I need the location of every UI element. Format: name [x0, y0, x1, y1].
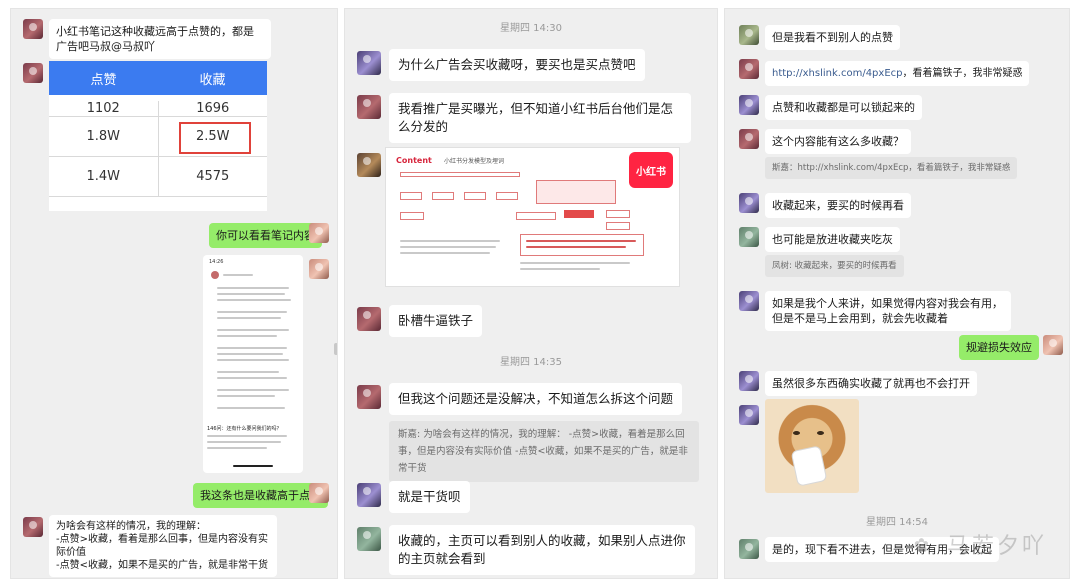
- table-cell: 1.8W: [49, 117, 159, 156]
- quoted-message[interactable]: 凤树: 收藏起来，要买的时候再看: [765, 255, 904, 277]
- avatar[interactable]: [739, 25, 759, 45]
- quoted-message[interactable]: 斯嘉：http://xhslink.com/4pxEcp，看着篇铁子，我非常疑惑: [765, 157, 1018, 179]
- phone-avatar: [211, 271, 219, 279]
- table-header: 点赞 收藏: [49, 61, 267, 95]
- avatar[interactable]: [23, 63, 43, 83]
- avatar[interactable]: [739, 291, 759, 311]
- chat-message: http://xhslink.com/4pxEcp，看着篇铁子，我非常疑惑: [765, 61, 1030, 86]
- diagram-box: [400, 172, 520, 177]
- diagram-box: [606, 210, 630, 218]
- slide-title: Content: [396, 156, 432, 165]
- avatar[interactable]: [357, 483, 381, 507]
- chat-message: 但我这个问题还是没解决，不知道怎么拆这个问题: [389, 383, 683, 415]
- table-cell: 1696: [196, 101, 230, 116]
- chat-panel-1: 小红书笔记这种收藏远高于点赞的，都是广告吧马叔@马叔吖 点赞 收藏 1102 1…: [10, 8, 338, 579]
- table-row: 1102 1696: [49, 95, 267, 117]
- avatar[interactable]: [357, 95, 381, 119]
- timestamp: 星期四 14:54: [866, 517, 928, 528]
- highlight-box: [178, 122, 251, 154]
- phone-time: 14:26: [209, 259, 224, 265]
- avatar-self[interactable]: [1043, 335, 1063, 355]
- table-row: 1.8W 2.5W: [49, 117, 267, 157]
- table-cell-highlighted: 2.5W: [159, 117, 268, 156]
- diagram-box: [564, 210, 594, 218]
- avatar[interactable]: [739, 59, 759, 79]
- diagram-box: [606, 222, 630, 230]
- phone-footer: 146问：还有什么要问我们的吗？: [207, 426, 282, 432]
- diagram-box: [536, 180, 616, 204]
- xiaohongshu-logo: 小红书: [629, 152, 673, 188]
- table-row: 1.4W 4575: [49, 157, 267, 197]
- avatar[interactable]: [357, 51, 381, 75]
- watermark: 马若夕吖: [946, 534, 1047, 559]
- diagram-box: [496, 192, 518, 200]
- avatar[interactable]: [739, 539, 759, 559]
- link[interactable]: http://xhslink.com/4pxEcp: [772, 68, 902, 79]
- chat-message: 也可能是放进收藏夹吃灰: [765, 227, 900, 252]
- column-likes: 点赞: [90, 72, 117, 88]
- chat-message: 就是干货呗: [389, 481, 470, 513]
- chat-message-self: 我这条也是收藏高于点赞: [193, 483, 328, 508]
- slide-image[interactable]: Content 小红书分发模型及埋词 小红书: [385, 147, 680, 287]
- timestamp: 星期四 14:30: [500, 23, 562, 34]
- chat-message-self: 你可以看看笔记内容: [209, 223, 322, 248]
- chat-panel-2: 星期四 14:30 为什么广告会买收藏呀，要买也是买点赞吧 我看推广是买曝光，但…: [344, 8, 718, 579]
- avatar-self[interactable]: [309, 483, 329, 503]
- avatar[interactable]: [357, 385, 381, 409]
- avatar[interactable]: [739, 129, 759, 149]
- table-image[interactable]: 点赞 收藏 1102 1696 1.8W 2.5W 1.4W 4575: [49, 61, 267, 211]
- avatar[interactable]: [739, 371, 759, 391]
- sticker-eye: [817, 431, 824, 435]
- avatar[interactable]: [739, 227, 759, 247]
- chat-message: 但是我看不到别人的点赞: [765, 25, 900, 50]
- avatar[interactable]: [739, 405, 759, 425]
- chat-message-self: 规避损失效应: [959, 335, 1039, 360]
- avatar[interactable]: [739, 193, 759, 213]
- diagram-box: [464, 192, 486, 200]
- chat-message: 小红书笔记这种收藏远高于点赞的，都是广告吧马叔@马叔吖: [49, 19, 271, 59]
- sticker-image[interactable]: [765, 399, 859, 493]
- avatar[interactable]: [23, 517, 43, 537]
- diagram-box: [400, 192, 422, 200]
- avatar[interactable]: [23, 19, 43, 39]
- diagram-box: [516, 212, 556, 220]
- avatar[interactable]: [739, 95, 759, 115]
- scrollbar[interactable]: [334, 343, 337, 355]
- sticker-eye: [793, 431, 800, 435]
- chat-message: 虽然很多东西确实收藏了就再也不会打开: [765, 371, 977, 396]
- chat-message: 如果是我个人来讲，如果觉得内容对我会有用，但是不是马上会用到，就会先收藏着: [765, 291, 1011, 331]
- column-favorites: 收藏: [199, 72, 226, 88]
- timestamp: 星期四 14:35: [500, 357, 562, 368]
- chat-message: 为啥会有这样的情况，我的理解： -点赞>收藏，看着是那么回事，但是内容没有实际价…: [49, 515, 277, 577]
- chat-message: 收藏的，主页可以看到别人的收藏，如果别人点进你的主页就会看到: [389, 525, 695, 575]
- table-cell: 1.4W: [49, 157, 159, 196]
- diagram-box: [400, 212, 424, 220]
- avatar-self[interactable]: [309, 223, 329, 243]
- table-cell: 4575: [196, 169, 230, 184]
- chat-message: 收藏起来，要买的时候再看: [765, 193, 911, 218]
- avatar[interactable]: [357, 153, 381, 177]
- avatar-self[interactable]: [309, 259, 329, 279]
- home-indicator: [233, 465, 273, 467]
- wechat-icon: ✿: [913, 535, 929, 556]
- avatar[interactable]: [357, 527, 381, 551]
- avatar[interactable]: [357, 307, 381, 331]
- chat-message: 点赞和收藏都是可以锁起来的: [765, 95, 922, 120]
- slide-subtitle: 小红书分发模型及埋词: [444, 158, 505, 165]
- chat-message: 为什么广告会买收藏呀，要买也是买点赞吧: [389, 49, 645, 81]
- message-text: ，看着篇铁子，我非常疑惑: [902, 68, 1023, 79]
- chat-message: 卧槽牛逼铁子: [389, 305, 483, 337]
- diagram-box: [520, 234, 644, 256]
- diagram-box: [432, 192, 454, 200]
- table-cell: 1102: [49, 101, 159, 116]
- screenshot-image[interactable]: 14:26 146问：还有什么要问我们的吗？: [203, 255, 303, 473]
- chat-message: 这个内容能有这么多收藏？: [765, 129, 911, 154]
- sticker-paw: [791, 446, 827, 486]
- chat-panel-3: 但是我看不到别人的点赞 http://xhslink.com/4pxEcp，看着…: [724, 8, 1070, 579]
- quoted-message[interactable]: 斯嘉: 为啥会有这样的情况，我的理解： -点赞>收藏，看着是那么回事，但是内容没…: [389, 421, 699, 482]
- chat-message: 我看推广是买曝光，但不知道小红书后台他们是怎么分发的: [389, 93, 691, 143]
